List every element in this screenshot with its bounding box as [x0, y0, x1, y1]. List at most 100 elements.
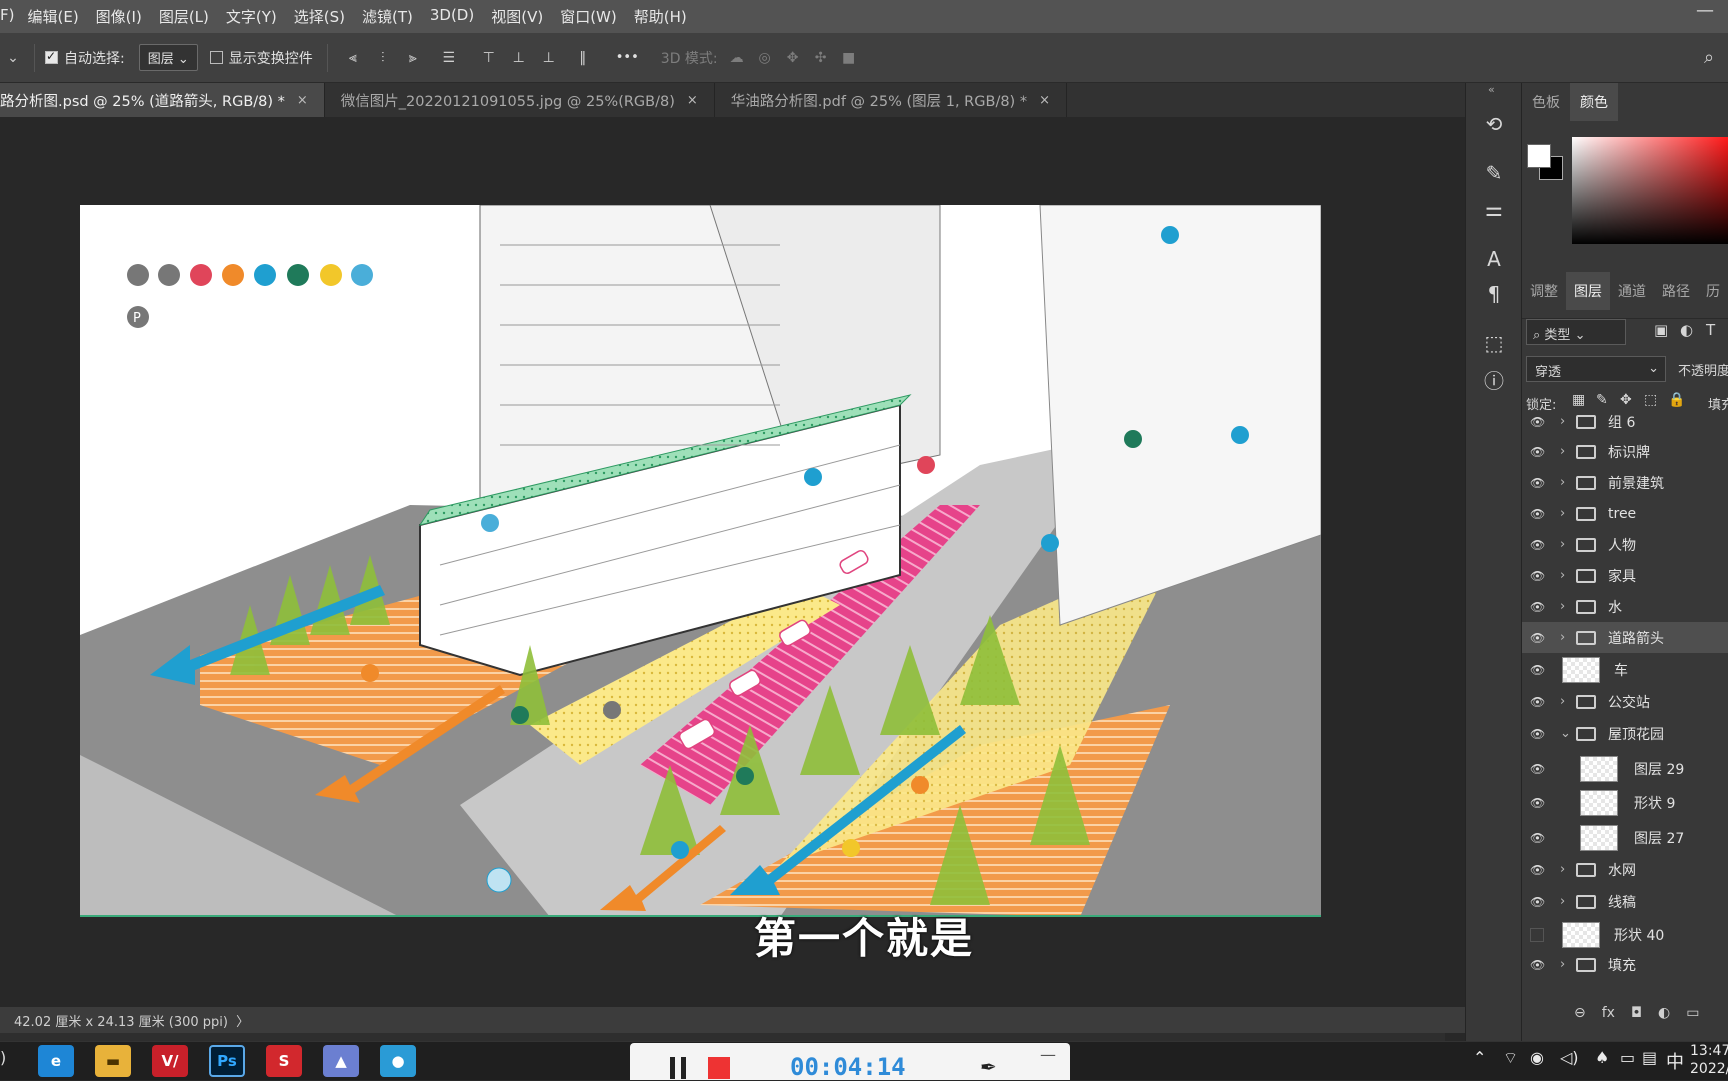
volume-icon[interactable]: ◁): [1560, 1048, 1579, 1067]
distribute-horizontal-icon[interactable]: ☰: [438, 47, 460, 69]
layer-row[interactable]: 👁 图层 29: [1522, 753, 1728, 784]
chevron-right-icon[interactable]: ›: [1560, 414, 1565, 429]
chevron-right-icon[interactable]: ›: [1560, 862, 1565, 877]
wechat-icon[interactable]: ◉: [1530, 1048, 1544, 1067]
layer-row[interactable]: 👁 › 家具: [1522, 560, 1728, 591]
scale-3d-icon[interactable]: ■: [838, 47, 860, 69]
document-canvas[interactable]: P: [80, 205, 1321, 917]
collapse-panels-icon[interactable]: «: [1488, 83, 1495, 96]
battery-icon[interactable]: ▭: [1620, 1048, 1635, 1067]
search-icon[interactable]: ⌕: [1698, 47, 1720, 69]
filter-pixel-icon[interactable]: ▣: [1654, 321, 1668, 339]
visibility-eye-icon[interactable]: 👁: [1530, 476, 1545, 490]
layer-row[interactable]: 👁 车: [1522, 654, 1728, 685]
color-field[interactable]: [1572, 137, 1728, 244]
layer-row[interactable]: 👁 › 标识牌: [1522, 436, 1728, 467]
menu-item[interactable]: 视图(V): [491, 6, 543, 27]
menu-item[interactable]: 帮助(H): [634, 6, 687, 27]
pen-icon[interactable]: ✒: [980, 1055, 997, 1079]
layers-panel-tab[interactable]: 历: [1698, 272, 1728, 310]
auto-select-dropdown[interactable]: 图层 ⌄: [138, 44, 198, 71]
visibility-off-icon[interactable]: [1530, 927, 1544, 942]
wifi-icon[interactable]: ⌔: [1503, 1048, 1518, 1068]
status-menu-arrow-icon[interactable]: 〉: [236, 1015, 249, 1030]
visibility-eye-icon[interactable]: 👁: [1530, 445, 1545, 459]
visibility-eye-icon[interactable]: 👁: [1530, 863, 1545, 877]
chevron-right-icon[interactable]: ›: [1560, 894, 1565, 909]
align-vcenter-icon[interactable]: ⊥: [508, 47, 530, 69]
menu-item[interactable]: 滤镜(T): [362, 6, 413, 27]
visibility-eye-icon[interactable]: 👁: [1530, 631, 1545, 645]
chevron-right-icon[interactable]: ›: [1560, 568, 1565, 583]
chevron-right-icon[interactable]: ›: [1560, 506, 1565, 521]
tool-preset-chevron-icon[interactable]: ⌄: [2, 47, 24, 69]
layer-footer-button[interactable]: ◐: [1658, 1005, 1670, 1021]
chevron-down-icon[interactable]: ⌄: [1560, 726, 1571, 741]
tab-close-icon[interactable]: ×: [1039, 93, 1050, 108]
keyboard-icon[interactable]: ▤: [1642, 1048, 1657, 1067]
chevron-right-icon[interactable]: ›: [1560, 475, 1565, 490]
layer-row[interactable]: 👁 › tree: [1522, 498, 1728, 529]
more-options-button[interactable]: •••: [616, 50, 639, 65]
menu-item[interactable]: 图像(I): [96, 6, 142, 27]
taskbar-photoshop-icon[interactable]: Ps: [209, 1045, 245, 1077]
filter-adjustment-icon[interactable]: ◐: [1680, 321, 1693, 339]
color-panel-tab[interactable]: 色板: [1522, 83, 1570, 121]
visibility-eye-icon[interactable]: 👁: [1530, 600, 1545, 614]
color-panel-tab[interactable]: 颜色: [1570, 83, 1618, 121]
document-tab[interactable]: 华油路分析图.pdf @ 25% (图层 1, RGB/8) * ×: [715, 83, 1067, 117]
show-transform-checkbox[interactable]: [209, 51, 223, 64]
taskbar-app-icon[interactable]: ▲: [323, 1045, 359, 1077]
layer-footer-button[interactable]: ▭: [1686, 1005, 1699, 1021]
chevron-right-icon[interactable]: ›: [1560, 537, 1565, 552]
visibility-eye-icon[interactable]: 👁: [1530, 796, 1545, 810]
visibility-eye-icon[interactable]: 👁: [1530, 762, 1545, 776]
document-tab[interactable]: 微信图片_20220121091055.jpg @ 25%(RGB/8) ×: [325, 83, 715, 117]
taskbar-explorer-icon[interactable]: ▬: [95, 1045, 131, 1077]
history-icon[interactable]: ⟲: [1480, 110, 1508, 138]
foreground-background-swatch[interactable]: [1527, 144, 1567, 184]
adjustments-icon[interactable]: ⚌: [1480, 195, 1508, 223]
3d-panel-icon[interactable]: ⬚: [1480, 329, 1508, 357]
visibility-eye-icon[interactable]: 👁: [1530, 695, 1545, 709]
layer-row[interactable]: 👁 › 填充: [1522, 949, 1728, 980]
visibility-eye-icon[interactable]: 👁: [1530, 538, 1545, 552]
menu-item[interactable]: 文字(Y): [226, 6, 277, 27]
layer-row[interactable]: 👁 › 公交站: [1522, 686, 1728, 717]
roll-3d-icon[interactable]: ◎: [754, 47, 776, 69]
layers-panel-tab[interactable]: 路径: [1654, 272, 1698, 310]
visibility-eye-icon[interactable]: 👁: [1530, 569, 1545, 583]
chevron-right-icon[interactable]: ›: [1560, 599, 1565, 614]
chevron-right-icon[interactable]: ›: [1560, 444, 1565, 459]
layers-panel-tab[interactable]: 调整: [1522, 272, 1566, 310]
tray-app-icon[interactable]: ♠: [1595, 1048, 1609, 1067]
distribute-vertical-icon[interactable]: ‖: [572, 47, 594, 69]
taskbar-vray-icon[interactable]: V/: [152, 1045, 188, 1077]
minimize-button[interactable]: —: [1696, 0, 1714, 21]
layers-panel-tab[interactable]: 图层: [1566, 272, 1610, 310]
character-icon[interactable]: A: [1480, 245, 1508, 273]
layer-row[interactable]: 👁 › 道路箭头: [1522, 622, 1728, 653]
visibility-eye-icon[interactable]: 👁: [1530, 727, 1545, 741]
visibility-eye-icon[interactable]: 👁: [1530, 895, 1545, 909]
layer-row[interactable]: 👁 形状 9: [1522, 787, 1728, 818]
align-top-icon[interactable]: ⊤: [478, 47, 500, 69]
layer-row[interactable]: 👁 › 前景建筑: [1522, 467, 1728, 498]
brush-settings-icon[interactable]: ✎: [1480, 159, 1508, 187]
chevron-right-icon[interactable]: ›: [1560, 630, 1565, 645]
layer-row[interactable]: 👁 › 组 6: [1522, 406, 1728, 437]
taskbar-edge-icon[interactable]: e: [38, 1045, 74, 1077]
taskbar-sketchup-icon[interactable]: S: [266, 1045, 302, 1077]
menu-item[interactable]: 选择(S): [294, 6, 345, 27]
visibility-eye-icon[interactable]: 👁: [1530, 415, 1545, 429]
visibility-eye-icon[interactable]: 👁: [1530, 663, 1545, 677]
stop-icon[interactable]: [708, 1057, 730, 1079]
align-right-icon[interactable]: ⫸: [402, 47, 424, 69]
recorder-minimize-icon[interactable]: —: [1040, 1045, 1056, 1064]
document-tab[interactable]: 路分析图.psd @ 25% (道路箭头, RGB/8) * ×: [0, 83, 325, 117]
layer-row[interactable]: 👁 图层 27: [1522, 822, 1728, 853]
taskbar-recorder-icon[interactable]: ●: [380, 1045, 416, 1077]
layer-filter-dropdown[interactable]: ⌕ 类型 ⌄: [1526, 319, 1626, 345]
tab-close-icon[interactable]: ×: [687, 93, 698, 108]
drag-3d-icon[interactable]: ✥: [782, 47, 804, 69]
